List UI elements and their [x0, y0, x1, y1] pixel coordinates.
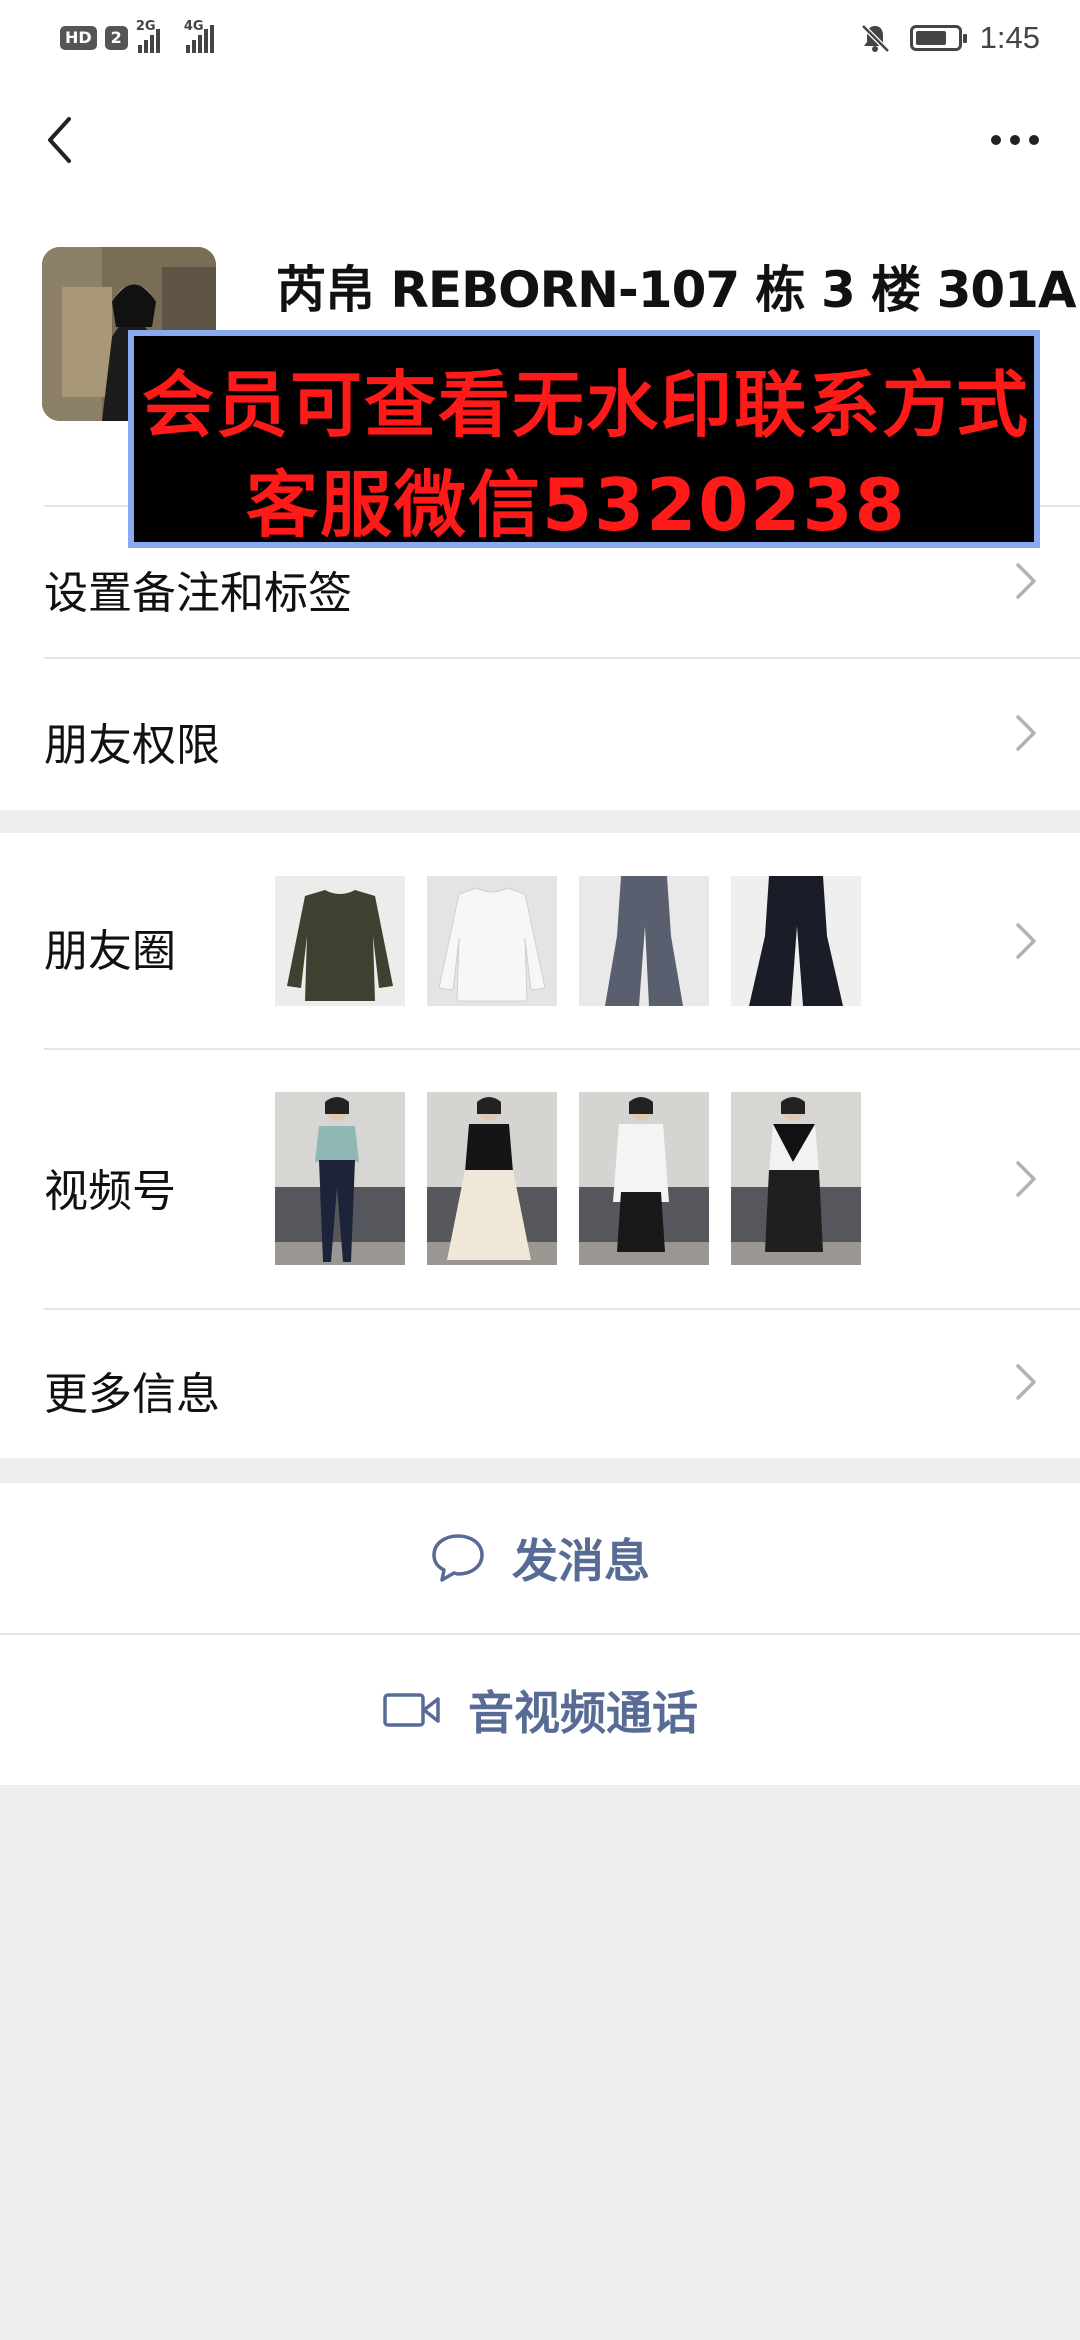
moments-photo: [731, 876, 861, 1006]
more-dot-icon: [1010, 135, 1020, 145]
mute-bell-icon: [860, 24, 890, 53]
video-camera-icon: [383, 1693, 440, 1727]
chevron-right-icon: [1016, 715, 1036, 751]
watermark-line-2: 客服微信5320238: [246, 463, 907, 547]
moments-photo: [275, 876, 405, 1006]
row-moments[interactable]: 朋友圈: [0, 833, 1080, 1048]
signal-4g-icon: 4G: [184, 19, 232, 53]
watermark-line-1: 会员可查看无水印联系方式: [142, 363, 1031, 447]
channels-thumbnails: [275, 1092, 861, 1265]
back-button[interactable]: [30, 105, 90, 175]
chevron-right-icon: [1016, 1364, 1036, 1400]
row-more-info-label: 更多信息: [44, 1369, 220, 1420]
row-more-info[interactable]: 更多信息: [0, 1310, 1080, 1458]
status-time: 1:45: [979, 20, 1040, 55]
signal-2g-icon: 2G: [136, 19, 176, 53]
status-left: HD 2 2G 4G: [60, 19, 232, 56]
channels-video-thumbnail: [579, 1092, 709, 1265]
moments-photo: [579, 876, 709, 1006]
top-bar: [0, 75, 1080, 205]
row-remark-tags-label: 设置备注和标签: [44, 568, 352, 619]
video-call-button[interactable]: 音视频通话: [0, 1635, 1080, 1785]
row-channels-label: 视频号: [44, 1166, 176, 1217]
chat-bubble-icon: [432, 1534, 484, 1582]
battery-icon: [909, 25, 967, 51]
send-message-label: 发消息: [512, 1534, 650, 1588]
back-arrow-icon: [48, 117, 71, 163]
row-moments-label: 朋友圈: [44, 926, 176, 977]
chevron-right-icon: [1016, 1161, 1036, 1197]
status-right: 1:45: [858, 18, 1040, 58]
moments-photo: [427, 876, 557, 1006]
row-channels[interactable]: 视频号: [0, 1050, 1080, 1308]
battery-fill: [915, 31, 946, 45]
video-call-label: 音视频通话: [468, 1686, 698, 1740]
more-options-button[interactable]: [970, 105, 1060, 175]
channels-video-thumbnail: [427, 1092, 557, 1265]
moments-thumbnails: [275, 876, 861, 1006]
row-friend-permission[interactable]: 朋友权限: [0, 659, 1080, 810]
signal-4g-label: 4G: [183, 19, 204, 34]
more-dot-icon: [1029, 135, 1039, 145]
status-bar: HD 2 2G 4G 1:45: [0, 0, 1080, 75]
hd-badge: HD: [60, 26, 97, 50]
sim-badge: 2: [104, 26, 128, 50]
chevron-right-icon: [1016, 563, 1036, 599]
channels-video-thumbnail: [275, 1092, 405, 1265]
chevron-right-icon: [1016, 923, 1036, 959]
row-friend-permission-label: 朋友权限: [44, 720, 220, 771]
watermark-banner: 会员可查看无水印联系方式 客服微信5320238: [128, 330, 1040, 548]
contact-name: 芮帛 REBORN-107 栋 3 楼 301A: [276, 261, 1077, 319]
signal-2g-label: 2G: [135, 19, 156, 34]
send-message-button[interactable]: 发消息: [0, 1483, 1080, 1633]
channels-video-thumbnail: [731, 1092, 861, 1265]
content-group: 朋友圈 视频号 更多信息: [0, 833, 1080, 1458]
more-dot-icon: [991, 135, 1001, 145]
